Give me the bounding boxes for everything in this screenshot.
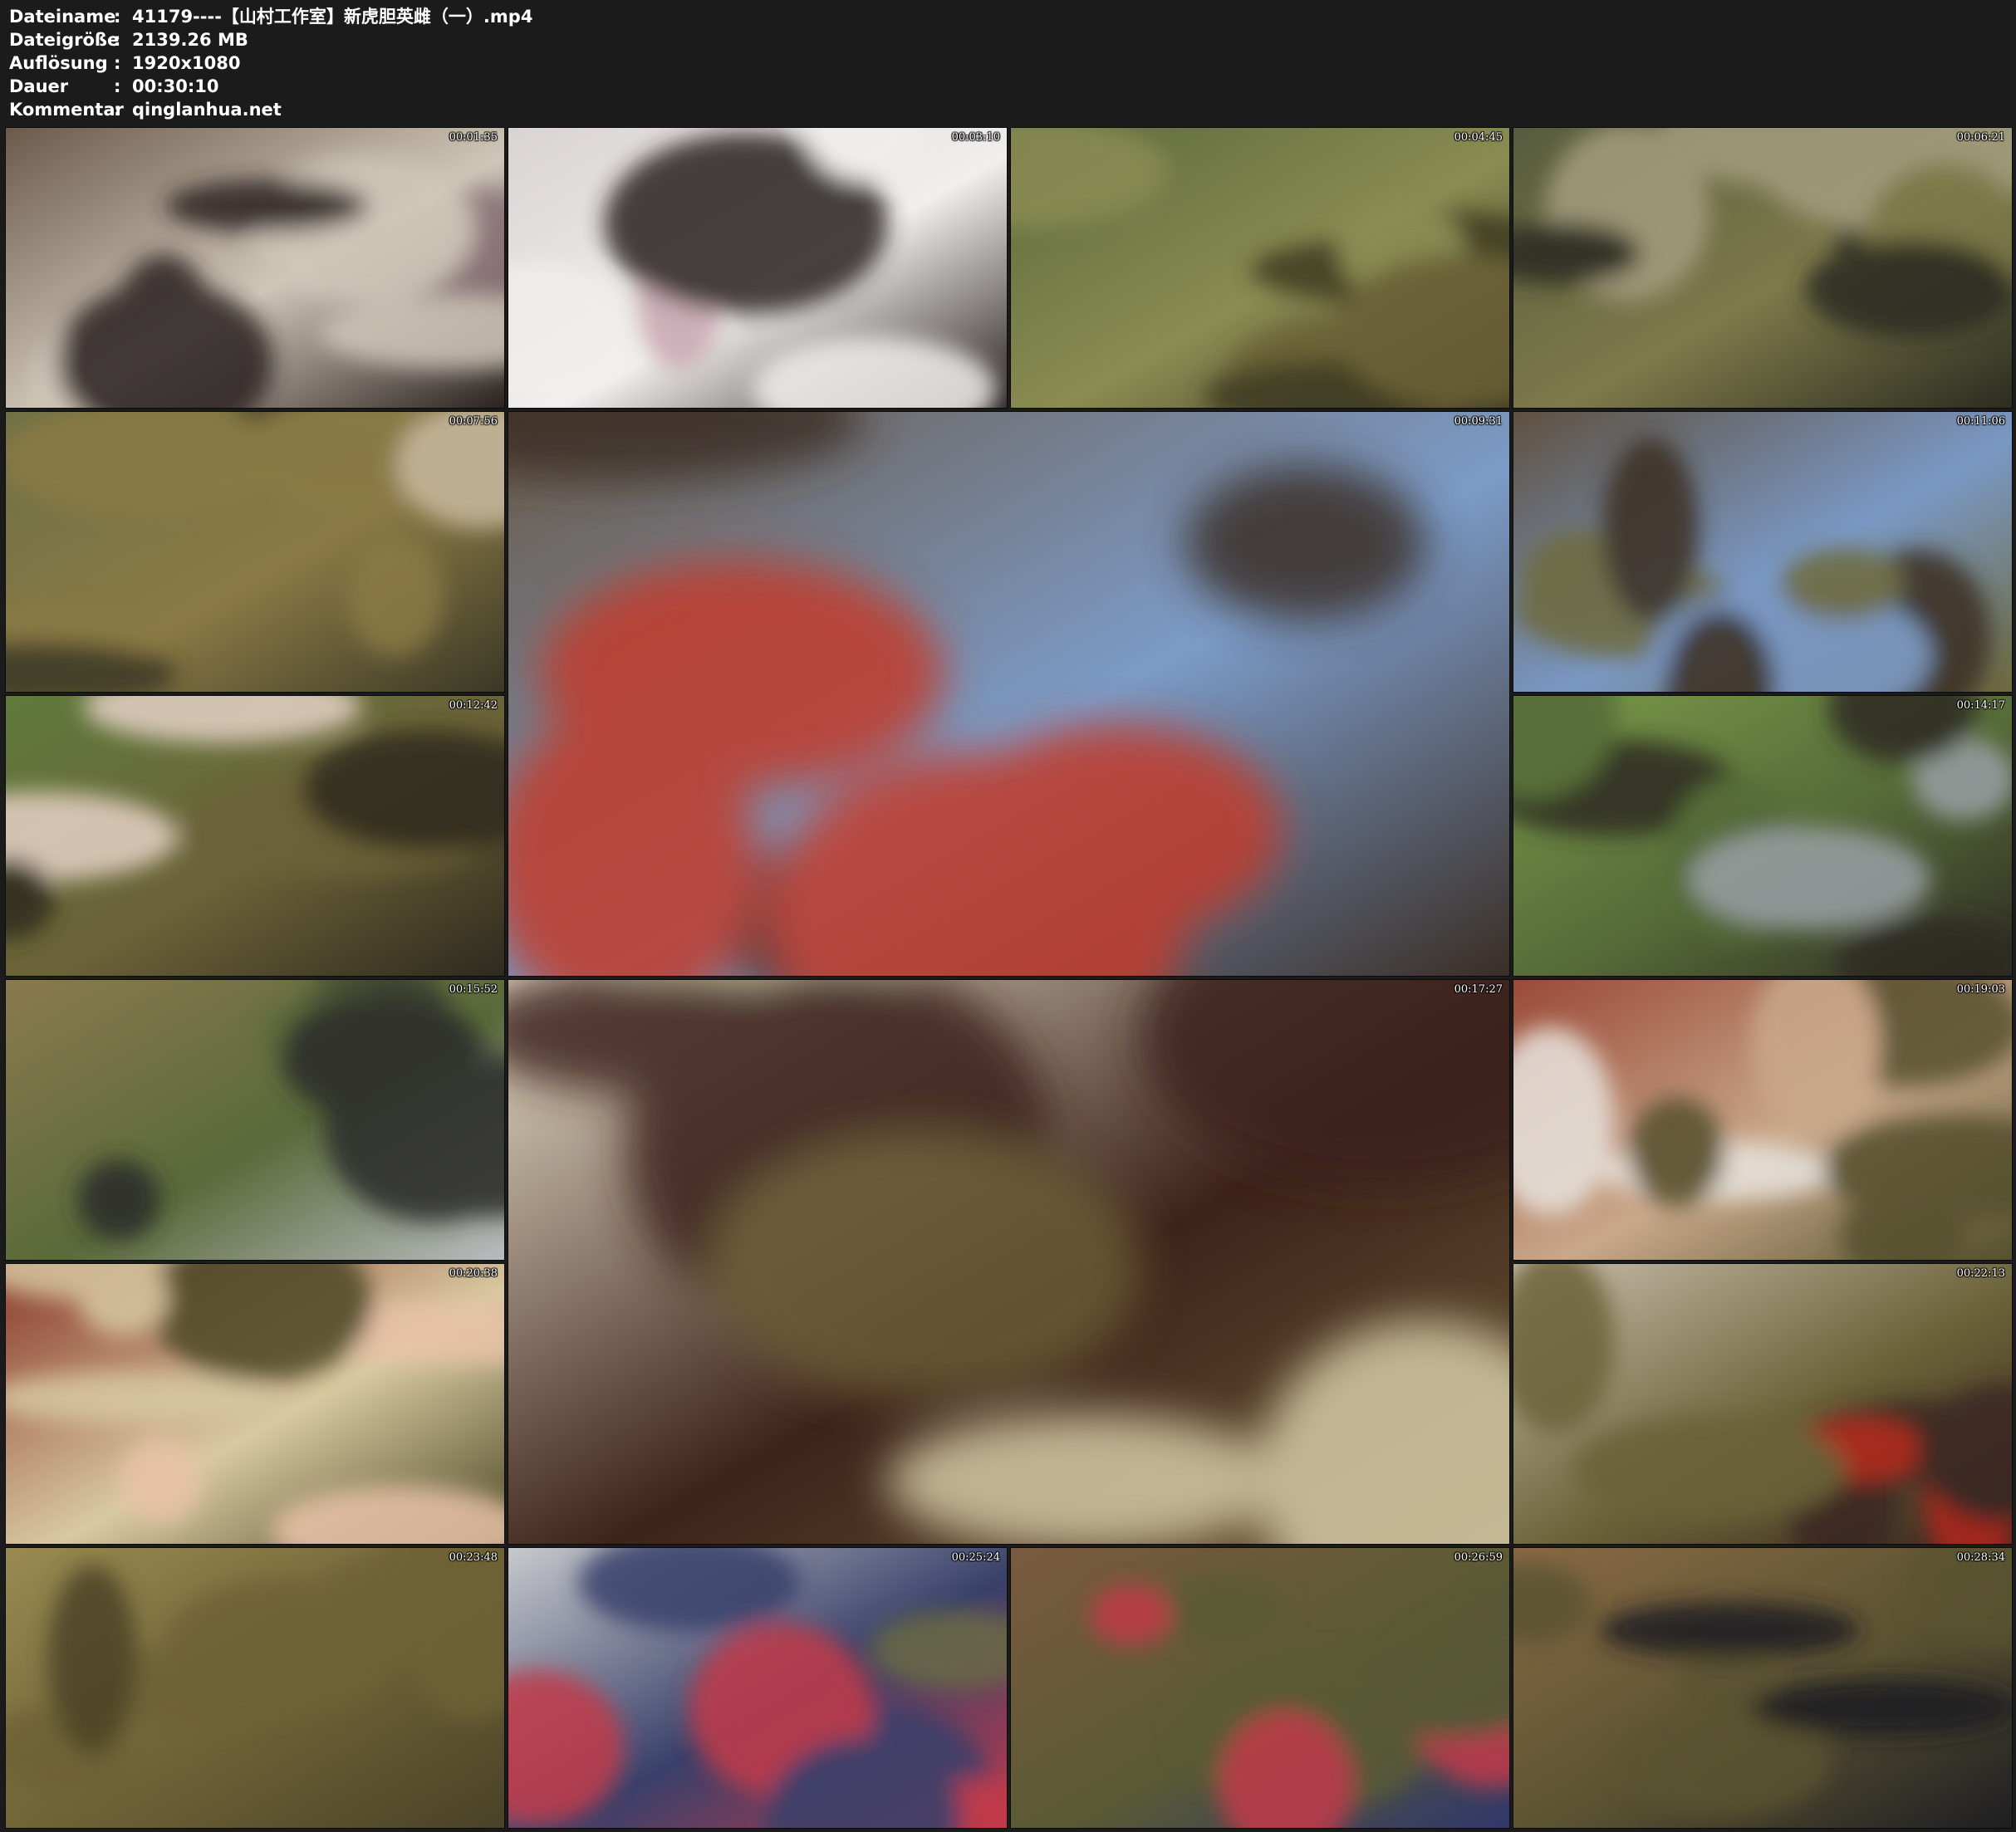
meta-value-comment: qinglanhua.net (132, 100, 282, 120)
meta-row-resolution: Auflösung:1920x1080 (9, 51, 240, 75)
meta-separator: : (114, 7, 121, 27)
video-frame-thumbnail: 00:06:21 (1513, 127, 2013, 409)
meta-value-duration: 00:30:10 (132, 76, 219, 96)
video-frame-thumbnail: 00:25:24 (508, 1547, 1008, 1829)
frame-timestamp: 00:28:34 (1956, 1551, 2005, 1564)
frame-image (6, 696, 504, 976)
frame-image (1011, 1548, 1509, 1828)
frame-timestamp: 00:12:42 (449, 699, 498, 712)
frame-image (6, 980, 504, 1260)
meta-label: Dateiname (9, 7, 116, 27)
meta-label: Auflösung (9, 53, 108, 73)
frame-image (508, 1548, 1007, 1828)
frame-image (1513, 1548, 2012, 1828)
frame-timestamp: 00:01:35 (449, 131, 498, 144)
video-frame-thumbnail: 00:14:17 (1513, 695, 2013, 977)
frame-timestamp: 00:19:03 (1956, 983, 2005, 996)
frame-image (1513, 696, 2012, 976)
meta-row-filesize: Dateigröße: 2139.26 MB (9, 28, 248, 51)
meta-label: Dauer (9, 76, 69, 96)
meta-separator: : (114, 100, 121, 120)
video-frame-thumbnail: 00:20:38 (5, 1263, 505, 1545)
frame-image (6, 1264, 504, 1544)
meta-row-duration: Dauer:00:30:10 (9, 75, 218, 98)
video-frame-thumbnail: 00:11:06 (1513, 411, 2013, 693)
frame-image (1513, 980, 2012, 1260)
meta-separator: : (114, 30, 121, 50)
frame-image (6, 412, 504, 692)
frame-image (508, 980, 1509, 1544)
frame-timestamp: 00:09:31 (1454, 415, 1503, 428)
video-frame-thumbnail: 00:07:56 (5, 411, 505, 693)
video-frame-thumbnail: 00:04:45 (1010, 127, 1510, 409)
frame-timestamp: 00:25:24 (951, 1551, 1000, 1564)
frame-timestamp: 00:20:38 (449, 1267, 498, 1280)
frame-image (1513, 412, 2012, 692)
video-frame-thumbnail: 00:28:34 (1513, 1547, 2013, 1829)
frame-timestamp: 00:06:21 (1956, 131, 2005, 144)
meta-row-filename: Dateiname: 41179----【山村工作室】新虎胆英雌（一）.mp4 (9, 5, 532, 28)
meta-value-filesize: 2139.26 MB (132, 30, 248, 50)
frame-image (1011, 128, 1509, 408)
meta-value-filename: 41179----【山村工作室】新虎胆英雌（一）.mp4 (132, 7, 533, 27)
frame-timestamp: 00:23:48 (449, 1551, 498, 1564)
frame-image (6, 128, 504, 408)
frame-timestamp: 00:15:52 (449, 983, 498, 996)
frame-image (1513, 1264, 2012, 1544)
video-frame-thumbnail: 00:17:27 (508, 979, 1510, 1545)
meta-separator: : (114, 76, 121, 96)
frame-timestamp: 00:07:56 (449, 415, 498, 428)
frame-timestamp: 00:11:06 (1956, 415, 2005, 428)
video-frame-thumbnail: 00:09:31 (508, 411, 1510, 977)
meta-separator: : (114, 53, 121, 73)
frame-image (508, 412, 1509, 976)
frame-timestamp: 00:26:59 (1454, 1551, 1503, 1564)
video-frame-thumbnail: 00:12:42 (5, 695, 505, 977)
frame-image (6, 1548, 504, 1828)
video-frame-thumbnail: 00:23:48 (5, 1547, 505, 1829)
frame-timestamp: 00:17:27 (1454, 983, 1503, 996)
frame-image (508, 128, 1007, 408)
frame-timestamp: 00:14:17 (1956, 699, 2005, 712)
video-frame-thumbnail: 00:01:35 (5, 127, 505, 409)
video-frame-thumbnail: 00:03:10 (508, 127, 1008, 409)
frame-timestamp: 00:03:10 (951, 131, 1000, 144)
meta-value-resolution: 1920x1080 (132, 53, 241, 73)
video-frame-thumbnail: 00:19:03 (1513, 979, 2013, 1261)
info-header: Dateiname: 41179----【山村工作室】新虎胆英雌（一）.mp4 D… (0, 0, 2016, 125)
frame-timestamp: 00:04:45 (1454, 131, 1503, 144)
video-frame-thumbnail: 00:26:59 (1010, 1547, 1510, 1829)
frame-image (1513, 128, 2012, 408)
meta-label: Dateigröße (9, 30, 120, 50)
video-frame-thumbnail: 00:22:13 (1513, 1263, 2013, 1545)
frame-timestamp: 00:22:13 (1956, 1267, 2005, 1280)
meta-label: Kommentar (9, 100, 124, 120)
video-frame-thumbnail: 00:15:52 (5, 979, 505, 1261)
meta-row-comment: Kommentar: qinglanhua.net (9, 98, 282, 121)
